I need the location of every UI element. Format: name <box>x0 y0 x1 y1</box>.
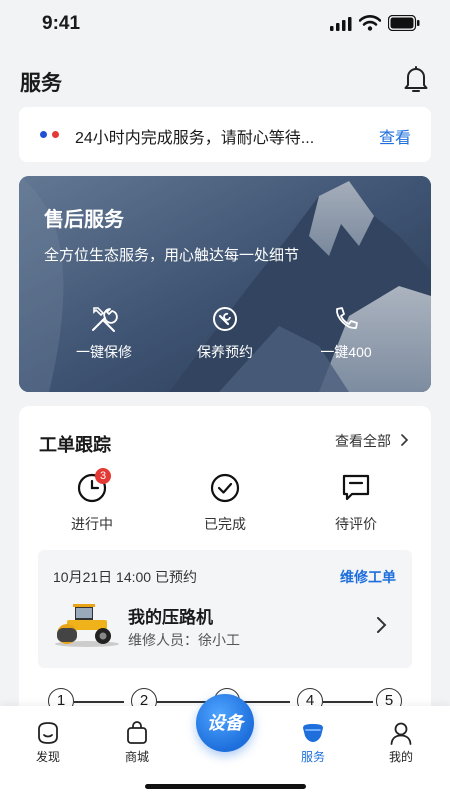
tab-mine[interactable]: 我的 <box>373 720 429 765</box>
battery-icon <box>388 15 420 31</box>
wifi-icon <box>359 15 381 31</box>
view-all-label: 查看全部 <box>335 433 391 449</box>
status-badge: 3 <box>95 468 111 484</box>
tab-label: 商城 <box>124 750 149 764</box>
bell-icon[interactable] <box>402 64 430 94</box>
notice-bar[interactable]: 24小时内完成服务，请耐心等待... 查看 <box>19 107 431 162</box>
status-bar: 9:41 <box>0 0 450 52</box>
device-center-button[interactable]: 设备 <box>196 694 254 752</box>
phone-icon <box>336 307 358 329</box>
action-label: 一键保修 <box>76 344 132 360</box>
page-title: 服务 <box>20 72 62 95</box>
maintenance-icon <box>213 307 237 331</box>
status-in-progress[interactable]: 3 进行中 <box>47 468 137 534</box>
one-click-repair-button[interactable]: 一键保修 <box>59 304 149 362</box>
tab-label: 服务 <box>300 750 325 764</box>
notice-dot-red <box>52 131 59 138</box>
tab-mall[interactable]: 商城 <box>109 720 165 765</box>
notice-dots <box>40 131 64 139</box>
road-roller-image <box>55 604 119 647</box>
bag-icon <box>127 721 147 744</box>
status-label: 进行中 <box>71 516 113 532</box>
status-label: 已完成 <box>204 516 246 532</box>
tab-label: 我的 <box>388 750 413 764</box>
tab-label: 发现 <box>35 750 60 764</box>
step-connector <box>323 701 373 703</box>
step-connector <box>157 701 207 703</box>
user-icon <box>390 722 412 745</box>
action-label: 一键400 <box>320 344 372 360</box>
step-connector <box>240 701 290 703</box>
banner-subtitle: 全方位生态服务，用心触达每一处细节 <box>44 247 300 264</box>
status-completed[interactable]: 已完成 <box>180 472 270 534</box>
section-title: 工单跟踪 <box>39 435 111 455</box>
chevron-right-icon <box>377 617 387 633</box>
status-to-review[interactable]: 待评价 <box>311 472 401 534</box>
signal-icon <box>330 17 352 31</box>
order-type: 维修工单 <box>340 569 396 585</box>
notice-text: 24小时内完成服务，请耐心等待... <box>75 130 315 147</box>
step-connector <box>74 701 124 703</box>
tab-service[interactable]: 服务 <box>285 720 341 765</box>
view-all-link[interactable]: 查看全部 <box>335 431 409 451</box>
service-icon <box>303 724 323 742</box>
order-date: 10月21日 14:00 已预约 <box>53 569 197 585</box>
status-label: 待评价 <box>335 516 377 532</box>
home-indicator[interactable] <box>145 784 306 789</box>
work-order-card: 工单跟踪 查看全部 3 进行中 已完成 待评价 10月21日 14:00 已预约… <box>19 406 431 726</box>
banner-title: 售后服务 <box>44 209 124 231</box>
discover-icon <box>38 722 58 744</box>
check-circle-icon <box>210 473 240 503</box>
chevron-right-icon <box>401 434 409 446</box>
tools-icon <box>92 307 118 332</box>
hotline-400-button[interactable]: 一键400 <box>301 304 391 362</box>
maintenance-booking-button[interactable]: 保养预约 <box>180 304 270 362</box>
tab-discover[interactable]: 发现 <box>20 720 76 765</box>
after-sales-banner: 售后服务 全方位生态服务，用心触达每一处细节 一键保修 保养预约 一键400 <box>19 176 431 392</box>
action-label: 保养预约 <box>197 344 253 360</box>
comment-icon <box>342 474 370 501</box>
notice-dot-blue <box>40 131 47 138</box>
machine-name: 我的压路机 <box>128 608 213 627</box>
status-time: 9:41 <box>42 13 81 34</box>
notice-view-link[interactable]: 查看 <box>379 124 411 148</box>
order-item[interactable]: 10月21日 14:00 已预约 维修工单 我的压路机 维修人员：徐小工 <box>38 550 412 668</box>
repair-staff: 维修人员：徐小工 <box>128 632 240 648</box>
